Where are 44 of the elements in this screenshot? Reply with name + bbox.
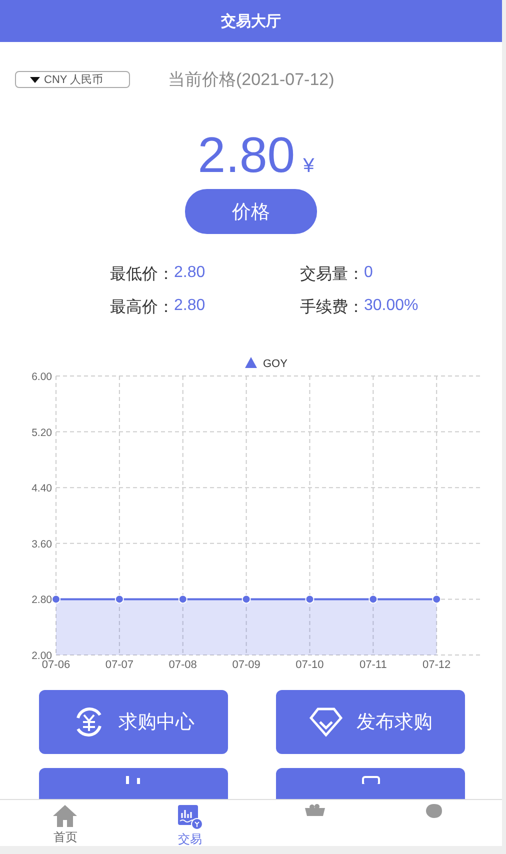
x-axis-label: 07-12 [422,659,451,671]
price-button[interactable]: 价格 [185,189,317,234]
stat-label: 手续费： [300,298,364,318]
data-point [114,594,124,604]
stat-value: 0 [364,264,373,283]
home-icon[interactable] [52,804,78,828]
currency-symbol: ¥ [303,155,314,178]
current-price-date: 当前价格(2021-07-12) [168,69,334,91]
legend-triangle-icon [245,357,257,368]
y-axis-label: 2.00 [32,650,52,662]
price-value: 2.80 [198,129,296,181]
trade-chart-icon[interactable] [177,804,204,830]
x-axis-label: 07-07 [105,659,134,671]
data-point [52,594,60,604]
x-axis-label: 07-08 [168,659,197,671]
x-axis-label: 07-06 [42,659,70,671]
x-axis-label: 07-10 [296,659,324,671]
stat-value: 30.00% [364,297,418,316]
data-point [368,594,378,604]
stat-label: 最低价： [110,265,174,285]
data-point [432,594,442,604]
stat-label: 交易量： [300,264,364,285]
action-button[interactable]: 求购中心 [39,690,228,754]
diamond-icon [308,706,342,738]
x-axis-label: 07-09 [232,659,260,671]
page-title: 交易大厅 [220,11,282,32]
x-axis-label: 07-11 [360,659,387,671]
data-point [178,594,188,604]
data-point [242,594,251,604]
stat-value: 2.80 [174,297,206,316]
y-axis-label: 6.00 [32,371,52,383]
y-axis-label: 3.60 [32,538,52,550]
action-button[interactable]: 发布求购 [276,690,465,754]
currency-dropdown[interactable]: CNY 人民币 [15,71,130,88]
tab-label[interactable]: 交易 [178,831,202,848]
data-point [305,594,314,604]
y-axis-label: 2.80 [32,594,52,606]
y-axis-label: 4.40 [32,482,52,495]
tab-label[interactable]: 首页 [53,829,78,846]
caret-icon [30,76,40,82]
stat-label: 最高价： [110,298,174,318]
y-axis-label: 5.20 [32,426,52,439]
legend-label: GOY [263,358,288,370]
stat-value: 2.80 [174,264,206,283]
